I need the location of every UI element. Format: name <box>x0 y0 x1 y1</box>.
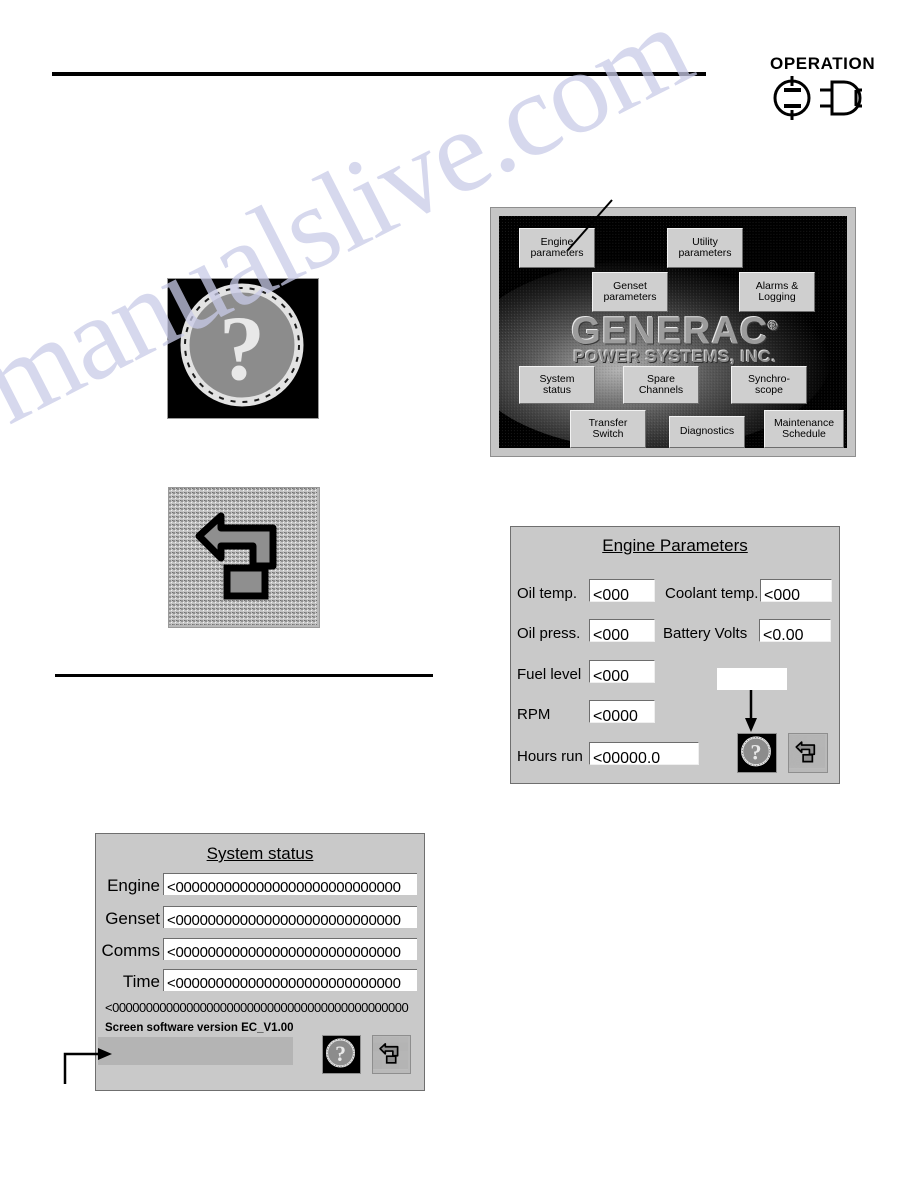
engine-field-label: Coolant temp. <box>665 585 759 602</box>
menu-button-label: System status <box>539 372 575 396</box>
svg-text:?: ? <box>219 297 265 399</box>
help-question-icon[interactable]: ? <box>737 733 777 773</box>
status-row-label: Engine <box>107 876 160 895</box>
generator-plug-icon <box>770 76 862 120</box>
callout-leader-line-status <box>63 1048 112 1084</box>
menu-button-label: Synchro- scope <box>747 372 790 396</box>
engine-field-label: Hours run <box>517 748 583 765</box>
menu-button-transfer-switch[interactable]: Transfer Switch <box>570 410 646 448</box>
status-row-label: Genset <box>105 909 160 928</box>
engine-panel-title: Engine Parameters <box>602 536 748 555</box>
svg-text:?: ? <box>750 740 761 765</box>
engine-field-label: Battery Volts <box>663 625 748 642</box>
engine-field-value[interactable]: <000 <box>760 579 832 602</box>
menu-button-genset-parameters[interactable]: Genset parameters <box>592 272 668 312</box>
back-return-arrow-icon[interactable] <box>372 1035 411 1074</box>
menu-button-utility-parameters[interactable]: Utility parameters <box>667 228 743 268</box>
menu-button-label: Utility parameters <box>678 235 732 259</box>
engine-field-value[interactable]: <0000 <box>589 700 655 723</box>
status-row-label: Time <box>122 972 160 991</box>
status-long-value: <000000000000000000000000000000000000000… <box>105 1000 409 1015</box>
engine-field-value[interactable]: <00000.0 <box>589 742 699 765</box>
status-row-label: Comms <box>101 941 160 960</box>
menu-button-label: Maintenance Schedule <box>773 416 835 440</box>
engine-field-label: RPM <box>517 706 551 723</box>
software-version-text: Screen software version EC_V1.00 <box>105 1022 294 1034</box>
help-question-icon[interactable]: ? <box>322 1035 361 1074</box>
menu-button-label: Genset parameters <box>603 279 657 303</box>
engine-panel-blank-callout-box <box>717 668 787 690</box>
engine-field-value[interactable]: <000 <box>589 619 655 642</box>
engine-field-label: Oil press. <box>517 625 581 642</box>
callout-arrow-down <box>745 690 757 732</box>
status-row-value[interactable]: <0000000000000000000000000000 <box>163 906 417 928</box>
back-return-arrow-icon[interactable] <box>168 487 320 628</box>
menu-button-label: Spare Channels <box>638 372 684 396</box>
engine-field-value[interactable]: <000 <box>589 579 655 602</box>
menu-button-system-status[interactable]: System status <box>519 366 595 404</box>
back-return-arrow-icon[interactable] <box>788 733 828 773</box>
svg-text:?: ? <box>335 1042 346 1066</box>
menu-button-synchroscope[interactable]: Synchro- scope <box>731 366 807 404</box>
menu-button-spare-channels[interactable]: Spare Channels <box>623 366 699 404</box>
status-row-value[interactable]: <0000000000000000000000000000 <box>163 938 417 960</box>
callout-leader-line-menu <box>567 199 613 251</box>
menu-button-diagnostics[interactable]: Diagnostics <box>669 416 745 448</box>
status-row-value[interactable]: <0000000000000000000000000000 <box>163 969 417 991</box>
engine-field-label: Oil temp. <box>517 585 578 602</box>
page-title: OPERATION <box>770 54 876 73</box>
engine-field-label: Fuel level <box>517 666 582 683</box>
status-panel-title: System status <box>206 844 314 863</box>
status-gray-bar <box>98 1037 293 1065</box>
engine-field-value[interactable]: <000 <box>589 660 655 683</box>
help-question-icon[interactable]: ? <box>167 278 319 419</box>
menu-button-label: Transfer Switch <box>588 416 628 440</box>
menu-button-maintenance-schedule[interactable]: Maintenance Schedule <box>764 410 844 448</box>
header-divider <box>52 72 706 76</box>
menu-button-label: Alarms & Logging <box>755 279 799 303</box>
section-divider <box>55 674 433 677</box>
menu-button-alarms-and-logging[interactable]: Alarms & Logging <box>739 272 815 312</box>
status-row-value[interactable]: <0000000000000000000000000000 <box>163 873 417 895</box>
engine-field-value[interactable]: <0.00 <box>759 619 831 642</box>
menu-button-label: Diagnostics <box>679 425 735 438</box>
